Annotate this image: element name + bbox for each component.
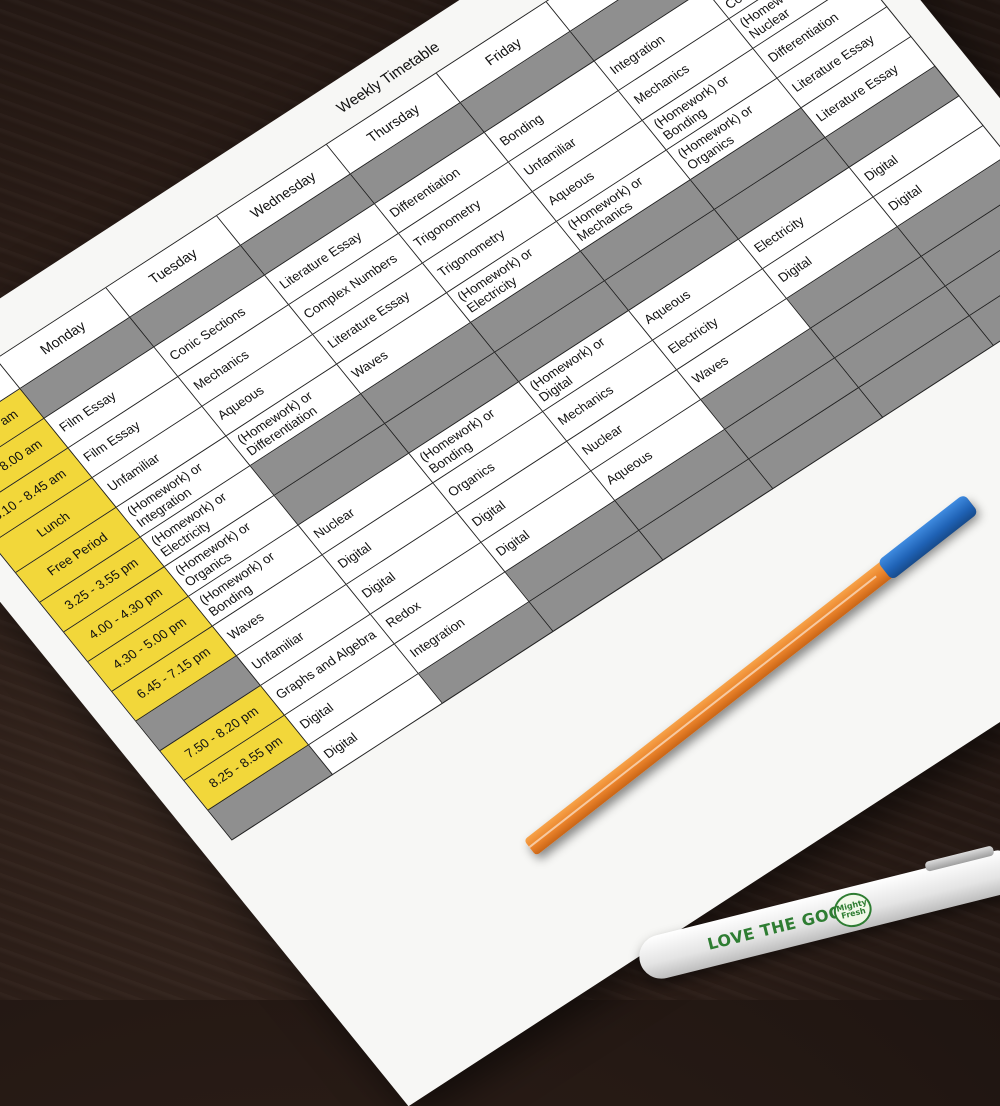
timetable-grid: MondayTuesdayWednesdayThursdayFridaySatu… — [0, 0, 1000, 841]
pen-logo: Mighty Fresh — [830, 888, 876, 932]
pen-clip — [924, 845, 995, 872]
timetable-sheet: Weekly Timetable Monday Tuesday Wednesday T… — [0, 0, 1000, 1106]
